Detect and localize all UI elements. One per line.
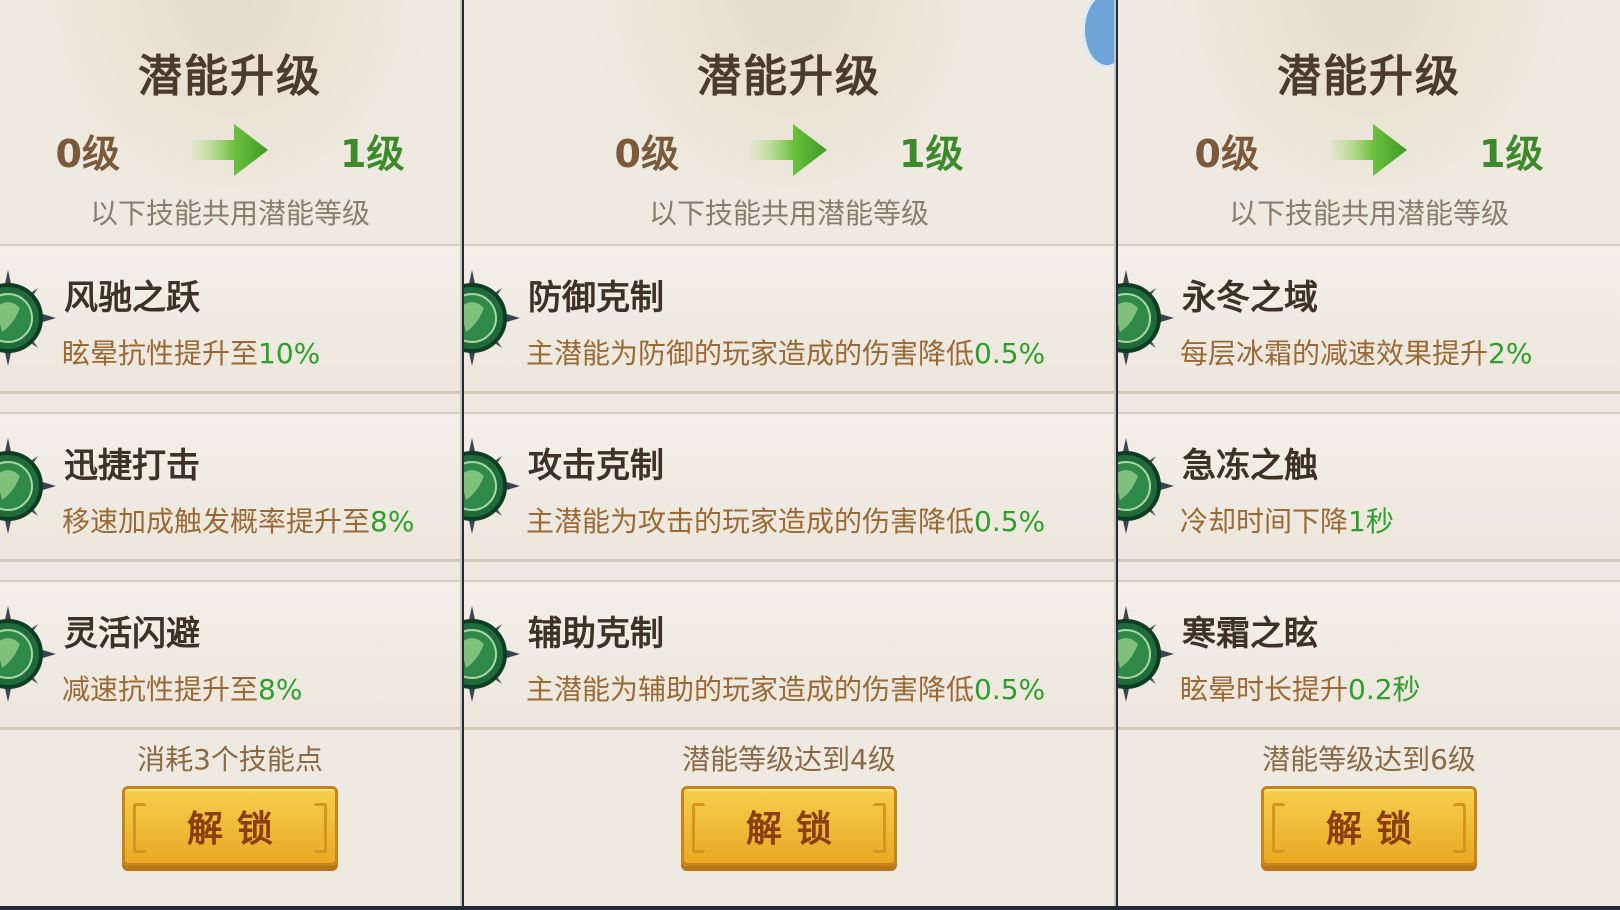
skill-name: 辅助克制 xyxy=(528,614,664,654)
skill-description: 主潜能为防御的玩家造成的伤害降低0.5% xyxy=(526,332,1045,372)
skill-name: 灵活闪避 xyxy=(64,614,200,654)
skill-row[interactable]: 急冻之触 冷却时间下降1秒 xyxy=(1118,412,1620,562)
shared-level-note: 以下技能共用潜能等级 xyxy=(648,197,929,230)
green-arrow-right-icon xyxy=(190,120,270,180)
unlock-requirement: 潜能等级达到6级 xyxy=(1262,743,1476,776)
skill-description: 减速抗性提升至8% xyxy=(62,668,302,708)
unlock-requirement: 消耗3个技能点 xyxy=(137,743,323,776)
skill-desc-text: 冷却时间下降 xyxy=(1180,505,1349,538)
skill-desc-text: 主潜能为攻击的玩家造成的伤害降低 xyxy=(526,505,975,538)
shared-level-note: 以下技能共用潜能等级 xyxy=(89,197,370,230)
skill-description: 眩晕时长提升0.2秒 xyxy=(1180,668,1421,708)
unlock-button[interactable]: 解锁 xyxy=(681,786,897,866)
screenshot-collage: 潜能升级 0级 1级 以下技能共用潜能等级 风驰之跃 眩晕抗性提升至10% 迅捷… xyxy=(0,0,1620,910)
skill-emblem-icon xyxy=(464,268,522,368)
green-arrow-right-icon xyxy=(1329,120,1409,180)
level-from: 0级 xyxy=(55,131,120,176)
shared-level-note: 以下技能共用潜能等级 xyxy=(1228,197,1509,230)
skill-description: 主潜能为攻击的玩家造成的伤害降低0.5% xyxy=(526,500,1045,540)
skill-row[interactable]: 永冬之域 每层冰霜的减速效果提升2% xyxy=(1118,244,1620,394)
skill-description: 眩晕抗性提升至10% xyxy=(62,332,320,372)
skill-row[interactable]: 辅助克制 主潜能为辅助的玩家造成的伤害降低0.5% xyxy=(464,580,1114,730)
skill-value: 8% xyxy=(370,505,415,538)
unlock-button[interactable]: 解锁 xyxy=(122,786,338,866)
skill-name: 防御克制 xyxy=(528,278,664,318)
skill-emblem-icon xyxy=(464,604,522,704)
level-from: 0级 xyxy=(1194,131,1259,176)
skill-emblem-icon xyxy=(0,604,58,704)
skill-row[interactable]: 寒霜之眩 眩晕时长提升0.2秒 xyxy=(1118,580,1620,730)
level-transition: 0级 1级 xyxy=(464,120,1114,180)
potential-panel-3: 潜能升级 0级 1级 以下技能共用潜能等级 永冬之域 每层冰霜的减速效果提升2%… xyxy=(1118,0,1620,906)
level-to: 1级 xyxy=(340,131,405,176)
skill-description: 移速加成触发概率提升至8% xyxy=(62,500,414,540)
potential-panel-2: 潜能升级 0级 1级 以下技能共用潜能等级 防御克制 主潜能为防御的玩家造成的伤… xyxy=(464,0,1116,906)
skill-list: 风驰之跃 眩晕抗性提升至10% 迅捷打击 移速加成触发概率提升至8% 灵活闪避 … xyxy=(0,244,460,748)
level-to: 1级 xyxy=(899,131,964,176)
skill-name: 风驰之跃 xyxy=(64,278,200,318)
level-to: 1级 xyxy=(1479,131,1544,176)
skill-value: 2% xyxy=(1488,337,1533,370)
skill-desc-text: 眩晕抗性提升至 xyxy=(62,337,259,370)
green-arrow-right-icon xyxy=(749,120,829,180)
skill-emblem-icon xyxy=(0,268,58,368)
level-from: 0级 xyxy=(614,131,679,176)
skill-desc-text: 眩晕时长提升 xyxy=(1180,673,1349,706)
skill-name: 迅捷打击 xyxy=(64,446,200,486)
skill-name: 永冬之域 xyxy=(1182,278,1318,318)
skill-value: 0.2秒 xyxy=(1348,673,1421,706)
skill-list: 防御克制 主潜能为防御的玩家造成的伤害降低0.5% 攻击克制 主潜能为攻击的玩家… xyxy=(464,244,1114,748)
skill-emblem-icon xyxy=(0,436,58,536)
skill-emblem-icon xyxy=(464,436,522,536)
skill-value: 0.5% xyxy=(974,673,1046,706)
level-transition: 0级 1级 xyxy=(0,120,460,180)
skill-value: 0.5% xyxy=(974,337,1046,370)
panel-title: 潜能升级 xyxy=(1277,51,1461,102)
unlock-button[interactable]: 解锁 xyxy=(1261,786,1477,866)
skill-emblem-icon xyxy=(1118,604,1176,704)
skill-desc-text: 每层冰霜的减速效果提升 xyxy=(1180,337,1489,370)
skill-emblem-icon xyxy=(1118,436,1176,536)
skill-row[interactable]: 灵活闪避 减速抗性提升至8% xyxy=(0,580,460,730)
skill-description: 主潜能为辅助的玩家造成的伤害降低0.5% xyxy=(526,668,1045,708)
skill-desc-text: 移速加成触发概率提升至 xyxy=(62,505,371,538)
panel-title: 潜能升级 xyxy=(697,51,881,102)
skill-description: 每层冰霜的减速效果提升2% xyxy=(1180,332,1532,372)
skill-value: 10% xyxy=(258,337,321,370)
skill-desc-text: 减速抗性提升至 xyxy=(62,673,259,706)
skill-description: 冷却时间下降1秒 xyxy=(1180,500,1394,540)
skill-row[interactable]: 攻击克制 主潜能为攻击的玩家造成的伤害降低0.5% xyxy=(464,412,1114,562)
unlock-requirement: 潜能等级达到4级 xyxy=(682,743,896,776)
skill-value: 8% xyxy=(258,673,303,706)
skill-row[interactable]: 风驰之跃 眩晕抗性提升至10% xyxy=(0,244,460,394)
skill-desc-text: 主潜能为防御的玩家造成的伤害降低 xyxy=(526,337,975,370)
skill-row[interactable]: 迅捷打击 移速加成触发概率提升至8% xyxy=(0,412,460,562)
skill-row[interactable]: 防御克制 主潜能为防御的玩家造成的伤害降低0.5% xyxy=(464,244,1114,394)
skill-desc-text: 主潜能为辅助的玩家造成的伤害降低 xyxy=(526,673,975,706)
skill-value: 0.5% xyxy=(974,505,1046,538)
skill-emblem-icon xyxy=(1118,268,1176,368)
potential-panel-1: 潜能升级 0级 1级 以下技能共用潜能等级 风驰之跃 眩晕抗性提升至10% 迅捷… xyxy=(0,0,462,906)
panel-title: 潜能升级 xyxy=(138,51,322,102)
skill-name: 寒霜之眩 xyxy=(1182,614,1318,654)
skill-list: 永冬之域 每层冰霜的减速效果提升2% 急冻之触 冷却时间下降1秒 寒霜之眩 眩晕… xyxy=(1118,244,1620,748)
skill-name: 急冻之触 xyxy=(1182,446,1318,486)
skill-value: 1秒 xyxy=(1348,505,1394,538)
skill-name: 攻击克制 xyxy=(528,446,664,486)
level-transition: 0级 1级 xyxy=(1118,120,1620,180)
